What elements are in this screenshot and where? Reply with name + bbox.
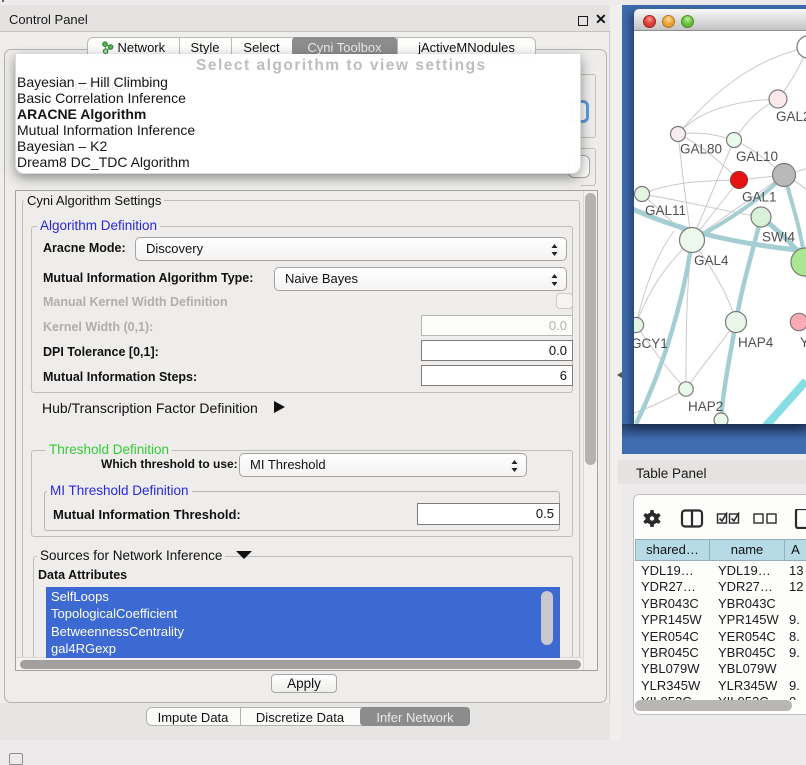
svg-text:GAL4: GAL4 [694,253,729,268]
svg-text:GCY1: GCY1 [634,336,668,351]
svg-text:SWI4: SWI4 [762,230,795,245]
svg-text:GAL10: GAL10 [736,149,778,164]
svg-text:HAP2: HAP2 [688,399,723,414]
svg-text:HAP4: HAP4 [738,335,774,350]
svg-text:GAL1: GAL1 [742,190,777,205]
svg-text:GAL2: GAL2 [776,109,806,124]
svg-text:YLR: YLR [800,335,806,350]
svg-text:GAL80: GAL80 [680,142,722,157]
svg-text:GAL11: GAL11 [645,203,686,218]
